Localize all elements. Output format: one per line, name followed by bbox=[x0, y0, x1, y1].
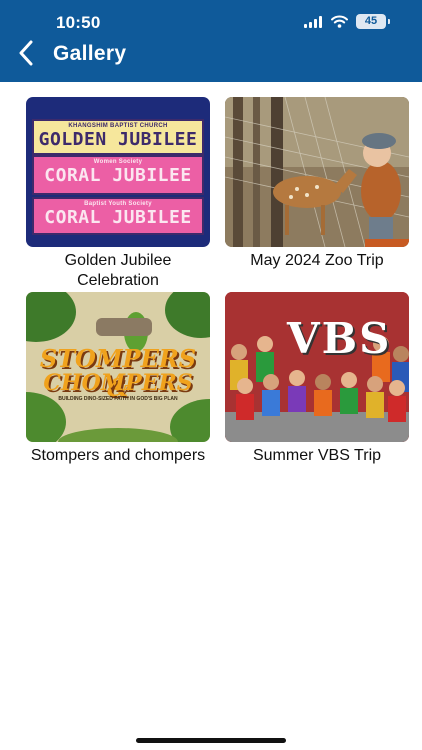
gallery-thumbnail bbox=[225, 97, 409, 247]
gallery-item-zoo-trip[interactable]: May 2024 Zoo Trip bbox=[225, 97, 409, 271]
thumbnail-text: Baptist Youth Society bbox=[84, 201, 152, 207]
thumbnail-banner: Women Society CORAL JUBILEE bbox=[32, 155, 204, 195]
vbs-logo-text: VBS bbox=[287, 314, 392, 363]
page-title: Gallery bbox=[53, 42, 127, 65]
zoo-photo bbox=[225, 97, 409, 247]
thumbnail-text: KHANGSHIM BAPTIST CHURCH bbox=[68, 123, 168, 129]
home-indicator[interactable] bbox=[136, 738, 286, 743]
thumbnail-text: BUILDING DINO-SIZED FAITH IN GOD'S BIG P… bbox=[58, 396, 178, 402]
gallery-caption: Golden Jubilee Celebration bbox=[64, 252, 172, 289]
thumbnail-text: CHOMPERS bbox=[43, 370, 193, 396]
gallery-item-stompers[interactable]: STOMPERS & CHOMPERS BUILDING DINO-SIZED … bbox=[26, 292, 210, 466]
thumbnail-text: CORAL JUBILEE bbox=[44, 207, 192, 228]
gallery-thumbnail: KHANGSHIM BAPTIST CHURCH GOLDEN JUBILEE … bbox=[26, 97, 210, 247]
thumbnail-text: GOLDEN JUBILEE bbox=[38, 129, 198, 150]
status-icons: 45 bbox=[304, 14, 390, 29]
thumbnail-banner: KHANGSHIM BAPTIST CHURCH GOLDEN JUBILEE bbox=[32, 119, 204, 155]
app-header: 10:50 45 Gallery bbox=[0, 0, 422, 82]
thumbnail-text: Women Society bbox=[93, 159, 143, 165]
gallery-caption: Summer VBS Trip bbox=[252, 447, 382, 464]
back-button[interactable] bbox=[12, 38, 40, 68]
wifi-icon bbox=[331, 15, 348, 28]
chevron-left-icon bbox=[19, 40, 33, 66]
gallery-caption: Stompers and chompers bbox=[30, 447, 206, 464]
thumbnail-text: CORAL JUBILEE bbox=[44, 165, 192, 186]
signal-icon bbox=[304, 15, 322, 28]
gallery-item-golden-jubilee[interactable]: KHANGSHIM BAPTIST CHURCH GOLDEN JUBILEE … bbox=[26, 97, 210, 291]
gallery-thumbnail: VBS bbox=[225, 292, 409, 442]
battery-icon: 45 bbox=[356, 14, 390, 29]
thumbnail-banner: Baptist Youth Society CORAL JUBILEE bbox=[32, 197, 204, 235]
status-time: 10:50 bbox=[56, 13, 101, 32]
gallery-caption: May 2024 Zoo Trip bbox=[250, 252, 384, 269]
gallery-item-vbs-trip[interactable]: VBS Summer VBS Trip bbox=[225, 292, 409, 466]
gallery-thumbnail: STOMPERS & CHOMPERS BUILDING DINO-SIZED … bbox=[26, 292, 210, 442]
